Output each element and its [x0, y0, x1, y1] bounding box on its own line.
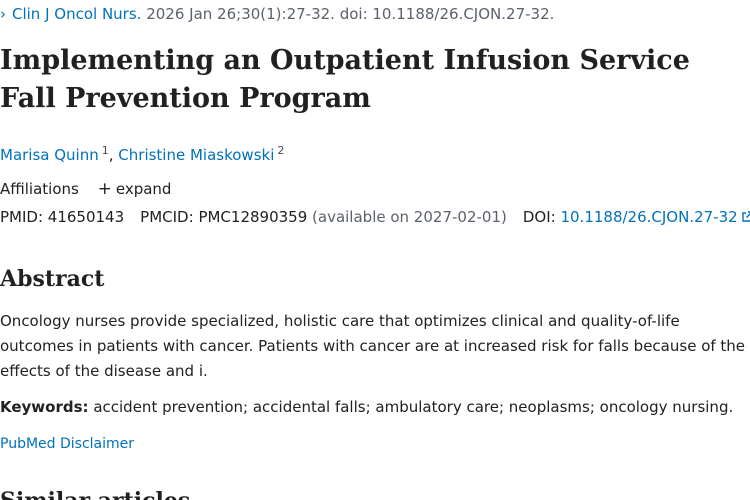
chevron-right-icon[interactable]: › [0, 4, 12, 24]
pmid-value: 41650143 [47, 208, 125, 226]
identifiers-row: PMID: 41650143 PMCID: PMC12890359 (availa… [0, 207, 750, 227]
author-affiliation-sup-2[interactable]: 2 [277, 144, 284, 157]
affiliations-label: Affiliations [0, 180, 79, 198]
keywords-row: Keywords: accident prevention; accidenta… [0, 397, 733, 417]
journal-link[interactable]: Clin J Oncol Nurs. [12, 5, 141, 23]
pmcid-label: PMCID: [140, 208, 194, 226]
article-title: Implementing an Outpatient Infusion Serv… [0, 45, 690, 114]
article-page: › Clin J Oncol Nurs. 2026 Jan 26;30(1):27… [0, 0, 750, 500]
doi-label: DOI: [522, 208, 556, 226]
pubmed-disclaimer-link[interactable]: PubMed Disclaimer [0, 435, 134, 453]
author-link-1[interactable]: Marisa Quinn [0, 146, 99, 164]
plus-icon[interactable]: + [98, 179, 112, 199]
pmid-label: PMID: [0, 208, 44, 226]
abstract-heading: Abstract [0, 266, 105, 292]
author-link-2[interactable]: Christine Miaskowski [118, 146, 274, 164]
doi-link[interactable]: 10.1188/26.CJON.27-32 [560, 208, 750, 226]
citation-line: › Clin J Oncol Nurs. 2026 Jan 26;30(1):27… [0, 4, 554, 24]
keywords-text: accident prevention; accidental falls; a… [93, 398, 734, 416]
abstract-text: Oncology nurses provide specialized, hol… [0, 312, 746, 380]
author-affiliation-sup-1[interactable]: 1 [102, 144, 109, 157]
external-link-icon[interactable] [741, 211, 750, 223]
pmcid-value: PMC12890359 [198, 208, 308, 226]
authors-list: Marisa Quinn 1, Christine Miaskowski 2 [0, 141, 284, 165]
similar-articles-heading: Similar articles [0, 486, 190, 500]
affiliations-row: Affiliations + expand [0, 179, 171, 199]
keywords-label: Keywords: [0, 398, 89, 416]
citation-details: 2026 Jan 26;30(1):27-32. doi: 10.1188/26… [146, 5, 555, 23]
doi-value[interactable]: 10.1188/26.CJON.27-32 [560, 208, 737, 226]
author-separator: , [108, 146, 119, 164]
pmcid-availability-note: (available on 2027-02-01) [312, 208, 507, 226]
affiliations-expand-label[interactable]: expand [116, 180, 172, 198]
affiliations-expand-button[interactable]: + expand [84, 179, 172, 199]
